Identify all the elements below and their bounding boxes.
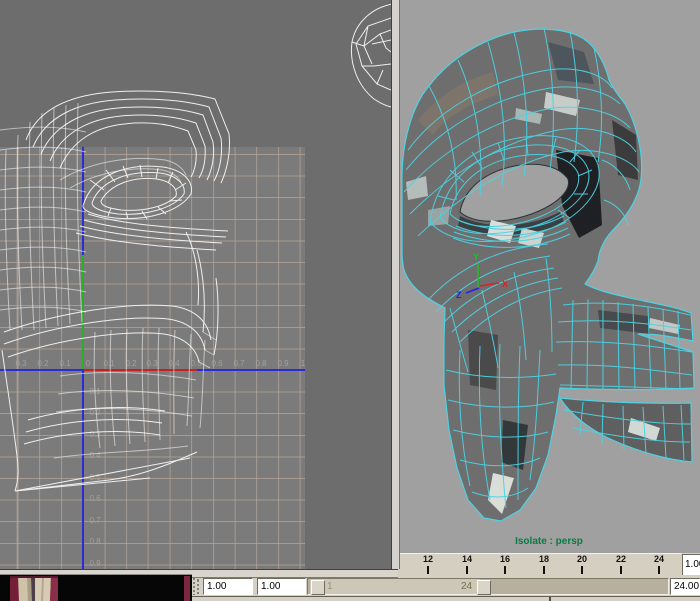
time-slider[interactable]: 12 14 16 18 20 22 24 <box>397 553 681 579</box>
gizmo-z-label: Z <box>456 290 462 300</box>
texture-image-strip <box>0 574 192 601</box>
frame-tick-mark <box>504 566 506 574</box>
shaded-head-mesh[interactable]: Y X Z <box>398 0 700 553</box>
command-line-strip <box>190 596 700 601</box>
frame-tick-label: 14 <box>447 554 487 565</box>
texture-thumbnail-image <box>10 576 58 601</box>
range-end-label: 24 <box>461 579 472 594</box>
frame-tick-mark <box>466 566 468 574</box>
perspective-viewport[interactable]: Y X Z Isolate : persp <box>398 0 700 553</box>
frame-tick-mark <box>620 566 622 574</box>
playback-end-field[interactable]: 24.00 <box>670 578 700 595</box>
panel-separator[interactable] <box>391 0 400 569</box>
maya-app-window: Y X Z Isolate : persp 12 14 16 18 20 22 … <box>0 0 700 601</box>
current-time-field[interactable]: 1.00 <box>682 554 700 575</box>
frame-tick-label: 18 <box>524 554 564 565</box>
gizmo-x-label: X <box>502 279 508 289</box>
playback-start-field[interactable]: 1.00 <box>257 578 306 595</box>
frame-tick-mark <box>427 566 429 574</box>
frame-tick-label: 12 <box>408 554 448 565</box>
frame-tick-mark <box>658 566 660 574</box>
frame-tick-label: 20 <box>562 554 602 565</box>
range-slider-row: 1.00 1.00 1 24 24.00 <box>190 577 700 596</box>
frame-tick-label: 24 <box>639 554 679 565</box>
uv-editor-viewport[interactable]: 0.3 0.2 0.1 0 0.1 0.2 0.3 0.4 0.5 0.6 0.… <box>0 0 391 569</box>
range-slider-track[interactable]: 1 24 <box>307 578 669 595</box>
uv-wireframe-mesh[interactable] <box>0 0 391 569</box>
isolate-select-label: Isolate : persp <box>398 536 700 547</box>
animation-start-field[interactable]: 1.00 <box>203 578 253 595</box>
range-slider-bar[interactable] <box>310 579 480 594</box>
texture-sliver <box>184 576 190 601</box>
frame-tick-mark <box>543 566 545 574</box>
frame-tick-mark <box>581 566 583 574</box>
range-start-label: 1 <box>327 579 333 594</box>
command-line-divider <box>549 597 551 601</box>
gizmo-y-label: Y <box>473 252 479 262</box>
range-start-thumb[interactable] <box>311 580 325 595</box>
frame-tick-label: 16 <box>485 554 525 565</box>
drag-handle-icon[interactable] <box>193 578 200 595</box>
uv-texture-editor-window: 0.3 0.2 0.1 0 0.1 0.2 0.3 0.4 0.5 0.6 0.… <box>0 0 398 576</box>
range-end-thumb[interactable] <box>477 580 491 595</box>
frame-tick-label: 22 <box>601 554 641 565</box>
